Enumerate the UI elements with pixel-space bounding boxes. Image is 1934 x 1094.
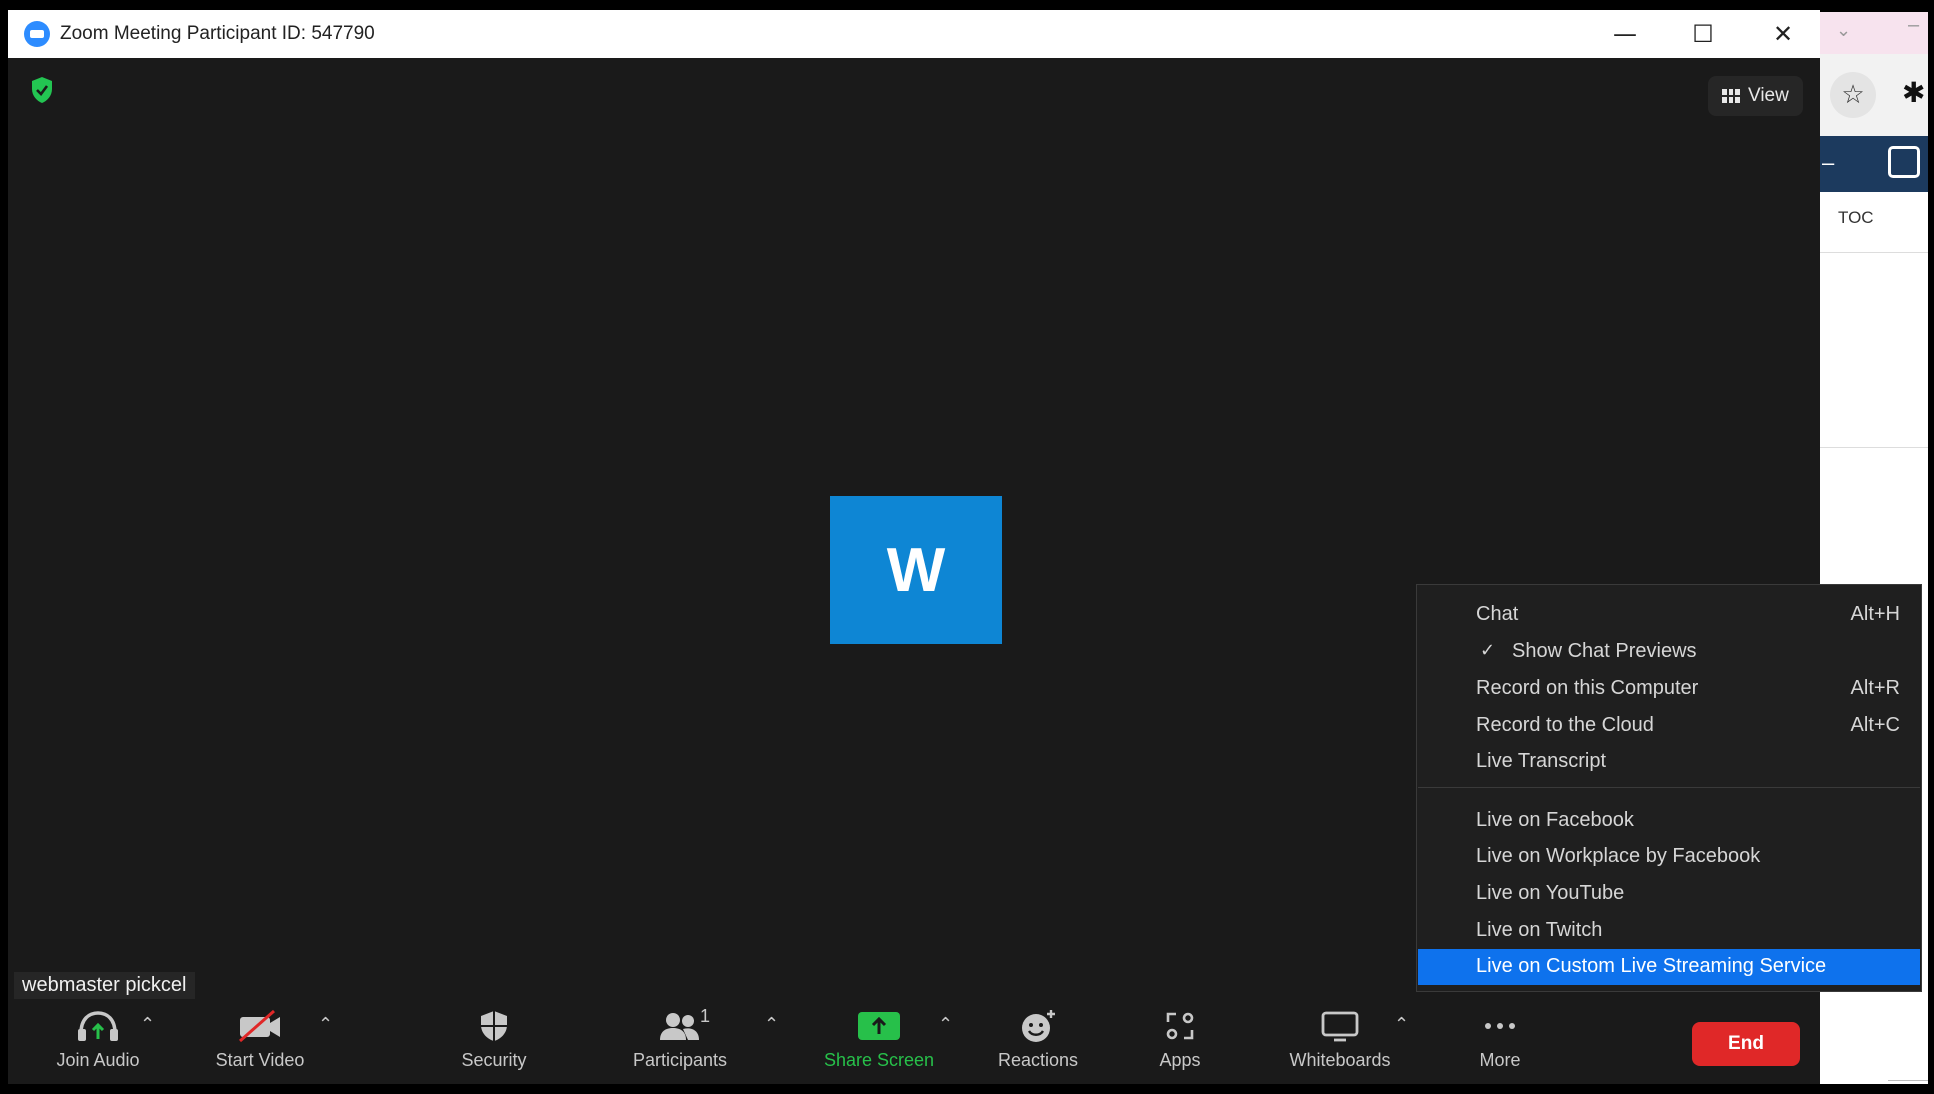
headphones-icon [78, 1011, 118, 1041]
shortcut-record-local: Alt+R [1850, 677, 1900, 699]
toc-label[interactable]: TOC [1838, 208, 1874, 228]
participant-avatar: W [830, 496, 1002, 644]
video-off-icon [239, 1009, 280, 1043]
view-button[interactable]: View [1708, 76, 1803, 116]
menu-item-live-on-workplace[interactable]: Live on Workplace by Facebook [1418, 839, 1920, 875]
apps-button[interactable]: Apps [1120, 1000, 1240, 1084]
start-video-label: Start Video [215, 1050, 305, 1070]
more-button[interactable]: More [1440, 1000, 1560, 1084]
security-button[interactable]: Security [434, 1000, 554, 1084]
browser-address-bar: ☆ ✱ [1818, 54, 1928, 136]
start-video-button[interactable]: Start Video [200, 1000, 320, 1084]
reactions-smiley-icon [1022, 1010, 1055, 1042]
menu-item-record-to-cloud[interactable]: Record to the Cloud Alt+C [1418, 708, 1920, 744]
apps-label: Apps [1159, 1050, 1201, 1070]
participants-label: Participants [632, 1050, 728, 1070]
divider [1818, 252, 1928, 253]
participants-button[interactable]: Participants [620, 1000, 740, 1084]
participant-name-tag: webmaster pickcel [14, 972, 195, 999]
divider [1888, 1080, 1928, 1081]
browser-minimize-icon[interactable]: – [1908, 14, 1919, 37]
reactions-button[interactable]: Reactions [978, 1000, 1098, 1084]
menu-divider [1418, 787, 1920, 788]
join-audio-label: Join Audio [56, 1050, 140, 1070]
audio-options-chevron-icon[interactable]: ⌃ [140, 1014, 155, 1035]
view-grid-icon [1722, 89, 1740, 103]
shortcut-chat: Alt+H [1850, 603, 1900, 625]
participants-options-chevron-icon[interactable]: ⌃ [764, 1014, 779, 1035]
menu-item-live-custom-streaming[interactable]: Live on Custom Live Streaming Service [1418, 949, 1920, 985]
menu-item-live-transcript[interactable]: Live Transcript [1418, 744, 1920, 780]
more-dots-icon [1485, 1023, 1515, 1029]
security-shield-icon [481, 1011, 507, 1041]
window-title: Zoom Meeting Participant ID: 547790 [60, 23, 375, 44]
menu-item-show-chat-previews[interactable]: ✓ Show Chat Previews [1418, 634, 1920, 670]
whiteboard-icon [1321, 1011, 1359, 1042]
share-screen-button[interactable]: Share Screen [812, 1000, 946, 1084]
share-options-chevron-icon[interactable]: ⌃ [938, 1014, 953, 1035]
encryption-shield-icon[interactable] [30, 76, 54, 104]
menu-item-record-on-computer[interactable]: Record on this Computer Alt+R [1418, 671, 1920, 707]
close-button[interactable]: ✕ [1748, 10, 1818, 58]
menu-item-live-on-facebook[interactable]: Live on Facebook [1418, 803, 1920, 839]
browser-tab-strip: ⌄ – [1818, 12, 1928, 54]
meeting-toolbar: Join Audio ⌃ Start Video ⌃ Security Part… [8, 1000, 1820, 1084]
minimize-button[interactable]: — [1590, 10, 1660, 58]
whiteboards-options-chevron-icon[interactable]: ⌃ [1394, 1014, 1409, 1035]
tab-list-chevron-icon[interactable]: ⌄ [1836, 20, 1851, 41]
whiteboards-label: Whiteboards [1289, 1050, 1391, 1070]
more-label: More [1479, 1050, 1521, 1070]
view-label: View [1748, 85, 1789, 106]
bookmark-star-icon[interactable]: ☆ [1830, 72, 1876, 118]
join-audio-button[interactable]: Join Audio [38, 1000, 158, 1084]
share-screen-label: Share Screen [823, 1050, 935, 1070]
menu-item-chat[interactable]: Chat Alt+H [1418, 597, 1920, 633]
divider [1818, 447, 1928, 448]
participants-count: 1 [700, 1006, 711, 1026]
shortcut-record-cloud: Alt+C [1850, 714, 1900, 736]
reactions-label: Reactions [997, 1050, 1079, 1070]
share-screen-icon [858, 1012, 900, 1040]
apps-icon [1166, 1012, 1194, 1040]
checkmark-icon: ✓ [1480, 640, 1496, 661]
zoom-logo-icon [24, 21, 50, 47]
browser-page-nav: – [1818, 136, 1928, 192]
whiteboards-button[interactable]: Whiteboards [1270, 1000, 1410, 1084]
end-meeting-button[interactable]: End [1692, 1022, 1800, 1066]
more-menu: Chat Alt+H ✓ Show Chat Previews Record o… [1416, 584, 1922, 992]
menu-item-live-on-youtube[interactable]: Live on YouTube [1418, 876, 1920, 912]
extensions-puzzle-icon[interactable]: ✱ [1902, 76, 1925, 109]
menu-item-live-on-twitch[interactable]: Live on Twitch [1418, 913, 1920, 949]
nav-dash-icon: – [1822, 150, 1835, 175]
security-label: Security [461, 1050, 527, 1070]
share-icon[interactable] [1888, 146, 1920, 178]
maximize-button[interactable]: ☐ [1668, 10, 1738, 58]
video-options-chevron-icon[interactable]: ⌃ [318, 1014, 333, 1035]
participants-icon [660, 1013, 699, 1040]
title-bar: Zoom Meeting Participant ID: 547790 — ☐ … [8, 10, 1820, 58]
